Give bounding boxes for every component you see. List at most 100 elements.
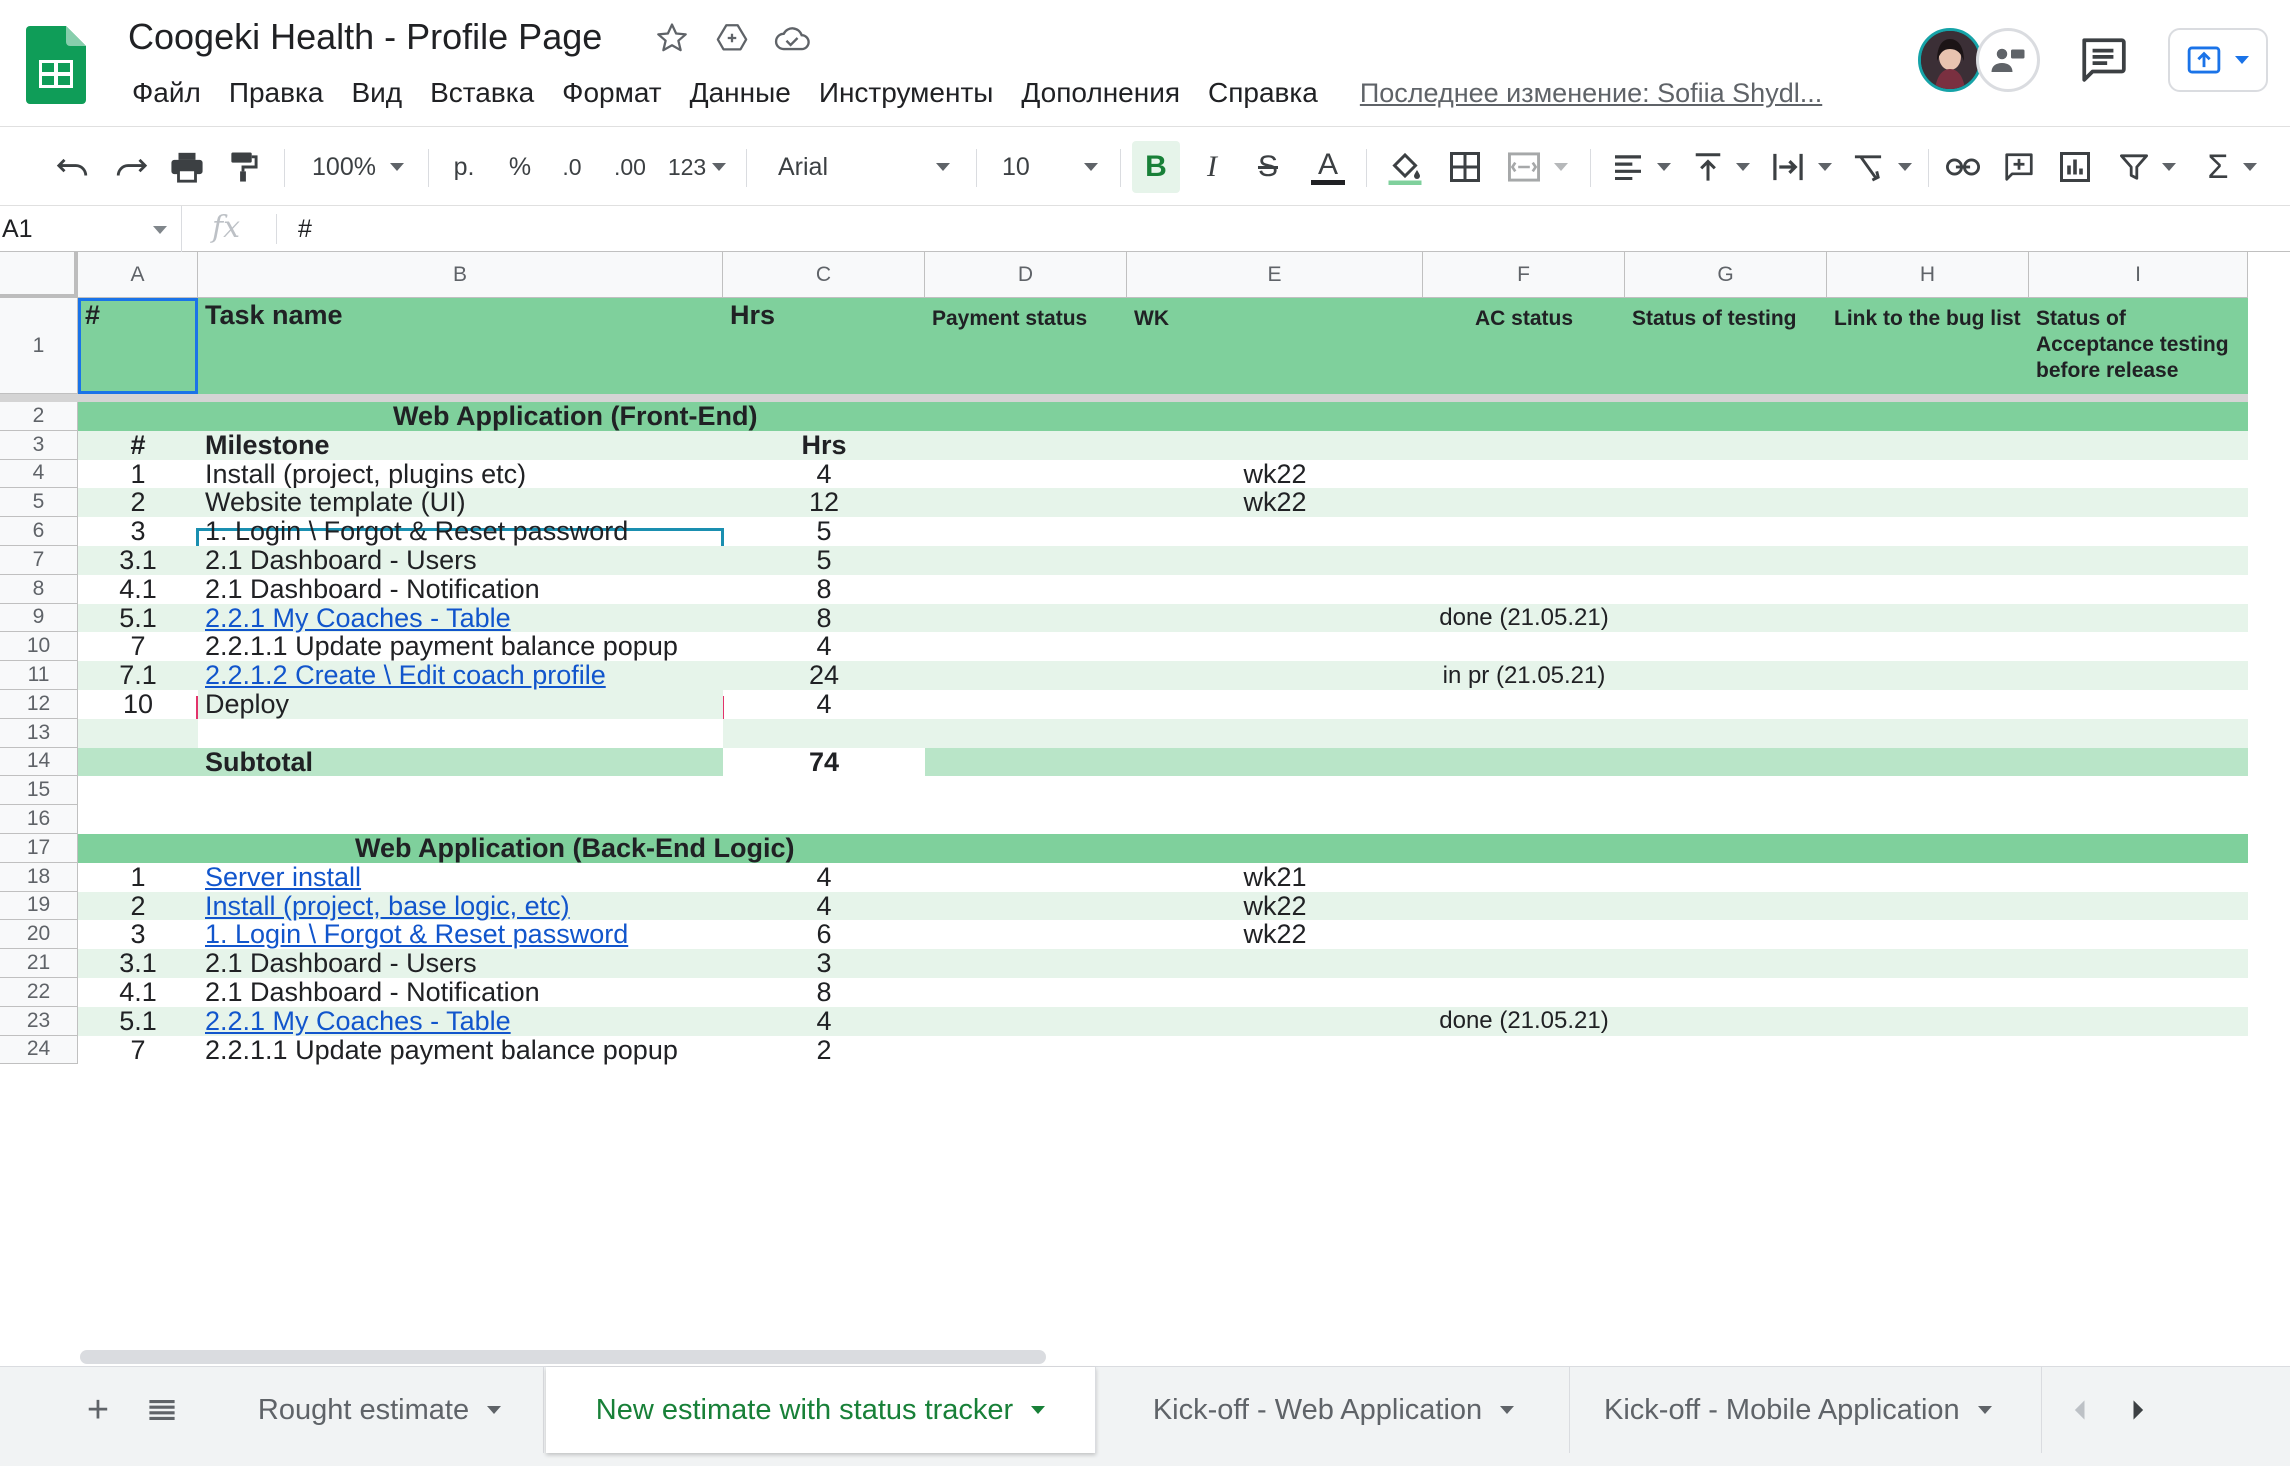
cell-number[interactable]: 2 <box>78 487 198 517</box>
cell-hrs[interactable]: 4 <box>723 689 925 719</box>
column-header-f[interactable]: F <box>1423 252 1625 298</box>
all-sheets-list-icon[interactable] <box>134 1367 190 1453</box>
cell-hrs[interactable]: 8 <box>723 977 925 1007</box>
cell-ac-status[interactable] <box>1423 920 1625 949</box>
cell-hrs[interactable]: 5 <box>723 545 925 575</box>
task-link[interactable]: Server install <box>198 862 723 892</box>
fill-color-icon[interactable] <box>1380 141 1430 193</box>
row-header-9[interactable]: 9 <box>0 603 78 633</box>
cell-wk[interactable] <box>1127 748 1423 777</box>
select-all-corner[interactable] <box>0 252 78 298</box>
row-header-22[interactable]: 22 <box>0 978 78 1007</box>
task-link[interactable]: 2.2.1.2 Create \ Edit coach profile <box>198 660 723 690</box>
cell-wk[interactable] <box>1127 431 1423 460</box>
column-header-e[interactable]: E <box>1127 252 1423 298</box>
more-formats-button[interactable]: 123 <box>664 141 730 193</box>
font-size-select[interactable]: 10 <box>990 141 1108 193</box>
cell-number[interactable]: 5.1 <box>78 1006 198 1036</box>
last-edit-link[interactable]: Последнее изменение: Sofiia Shydl... <box>1360 78 1822 109</box>
cell-wk[interactable] <box>1127 805 1423 834</box>
cell-hrs[interactable]: 12 <box>723 487 925 517</box>
merge-cells-icon[interactable] <box>1500 141 1576 193</box>
cell-wk[interactable] <box>1127 604 1423 633</box>
cell-wk[interactable] <box>1127 776 1423 805</box>
cell-ac-status[interactable] <box>1423 546 1625 575</box>
bold-button[interactable]: B <box>1132 141 1180 193</box>
cell-hrs[interactable]: 6 <box>723 919 925 949</box>
header-cell-bug-list-link[interactable]: Link to the bug list <box>1827 298 2029 394</box>
cell-task-name[interactable]: 2.1 Dashboard - Users <box>198 545 723 575</box>
header-cell-task-name[interactable]: Task name <box>198 298 723 394</box>
cell-ac-status[interactable] <box>1423 719 1625 748</box>
cell-task-name[interactable] <box>198 805 723 834</box>
cell-number[interactable] <box>78 748 198 777</box>
cell-hrs[interactable] <box>723 719 925 748</box>
cell-number[interactable]: 3 <box>78 919 198 949</box>
cell-wk[interactable] <box>1127 632 1423 661</box>
cell-ac-status[interactable] <box>1423 488 1625 517</box>
cell-ac-status[interactable]: in pr (21.05.21) <box>1423 661 1625 690</box>
sheet-tab-new-estimate[interactable]: New estimate with status tracker <box>546 1367 1096 1453</box>
vertical-align-icon[interactable] <box>1686 141 1758 193</box>
header-cell-status-of-testing[interactable]: Status of testing <box>1625 298 1827 394</box>
cell-number[interactable]: 3 <box>78 516 198 546</box>
percent-format-button[interactable]: % <box>500 141 540 193</box>
cell-wk[interactable] <box>1127 1007 1423 1036</box>
text-wrap-icon[interactable] <box>1766 141 1838 193</box>
cell-hrs[interactable]: 8 <box>723 574 925 604</box>
menu-addons[interactable]: Дополнения <box>1007 70 1194 116</box>
cell-ac-status[interactable] <box>1423 978 1625 1007</box>
cell-task-name[interactable] <box>198 776 723 805</box>
cell-ac-status[interactable] <box>1423 776 1625 805</box>
cloud-saved-icon[interactable] <box>772 18 812 58</box>
row-header-23[interactable]: 23 <box>0 1006 78 1036</box>
move-to-drive-icon[interactable] <box>712 18 752 58</box>
cell-number[interactable]: 7 <box>78 631 198 661</box>
cell-hrs[interactable]: 4 <box>723 459 925 489</box>
row-header-17[interactable]: 17 <box>0 834 78 863</box>
header-cell-payment-status[interactable]: Payment status <box>925 298 1127 394</box>
row-header-14[interactable]: 14 <box>0 747 78 777</box>
cell-wk[interactable] <box>1127 978 1423 1007</box>
name-box[interactable]: A1 <box>2 206 182 252</box>
cell-number[interactable]: 3.1 <box>78 545 198 575</box>
cell-hrs[interactable]: 4 <box>723 862 925 892</box>
cell-wk[interactable]: wk22 <box>1127 891 1423 921</box>
functions-button[interactable]: Σ <box>2196 141 2268 193</box>
menu-help[interactable]: Справка <box>1194 70 1332 116</box>
menu-tools[interactable]: Инструменты <box>805 70 1008 116</box>
row-header-20[interactable]: 20 <box>0 920 78 950</box>
cell-hrs[interactable]: 2 <box>723 1035 925 1065</box>
sheets-logo-icon[interactable] <box>26 26 86 104</box>
cell-wk[interactable] <box>1127 546 1423 575</box>
column-header-b[interactable]: B <box>198 252 723 298</box>
row-header-4[interactable]: 4 <box>0 459 78 489</box>
sheet-tab-kickoff-mobile[interactable]: Kick-off - Mobile Application <box>1572 1367 2042 1453</box>
cell-task-name[interactable]: Install (project, plugins etc) <box>198 459 723 489</box>
cell-ac-status[interactable] <box>1423 402 1625 431</box>
more-collaborators-icon[interactable] <box>1976 28 2040 92</box>
row-header-24[interactable]: 24 <box>0 1035 78 1065</box>
cell-wk[interactable] <box>1127 719 1423 748</box>
cell-task-name[interactable]: 2.2.1.1 Update payment balance popup <box>198 1035 723 1065</box>
cell-task-name[interactable]: 2.1 Dashboard - Notification <box>198 977 723 1007</box>
cell-ac-status[interactable] <box>1423 517 1625 546</box>
filter-icon[interactable] <box>2110 141 2186 193</box>
cell-ac-status[interactable] <box>1423 575 1625 604</box>
cell-ac-status[interactable] <box>1423 863 1625 892</box>
cell-number[interactable]: 7.1 <box>78 660 198 690</box>
cell-task-name[interactable]: Milestone <box>198 430 723 460</box>
cell-wk[interactable] <box>1127 402 1423 431</box>
task-link[interactable]: Install (project, base logic, etc) <box>198 891 723 921</box>
text-rotation-icon[interactable] <box>1846 141 1918 193</box>
cell-number[interactable]: 1 <box>78 862 198 892</box>
row-header-2[interactable]: 2 <box>0 402 78 431</box>
star-icon[interactable] <box>652 18 692 58</box>
zoom-select[interactable]: 100% <box>302 141 414 193</box>
print-icon[interactable] <box>162 141 212 193</box>
redo-icon[interactable] <box>106 141 156 193</box>
section-title[interactable]: Web Application (Back-End Logic) <box>348 833 1048 863</box>
cell-task-name[interactable]: 2.1 Dashboard - Notification <box>198 574 723 604</box>
header-cell-wk[interactable]: WK <box>1127 298 1423 394</box>
undo-icon[interactable] <box>48 141 98 193</box>
